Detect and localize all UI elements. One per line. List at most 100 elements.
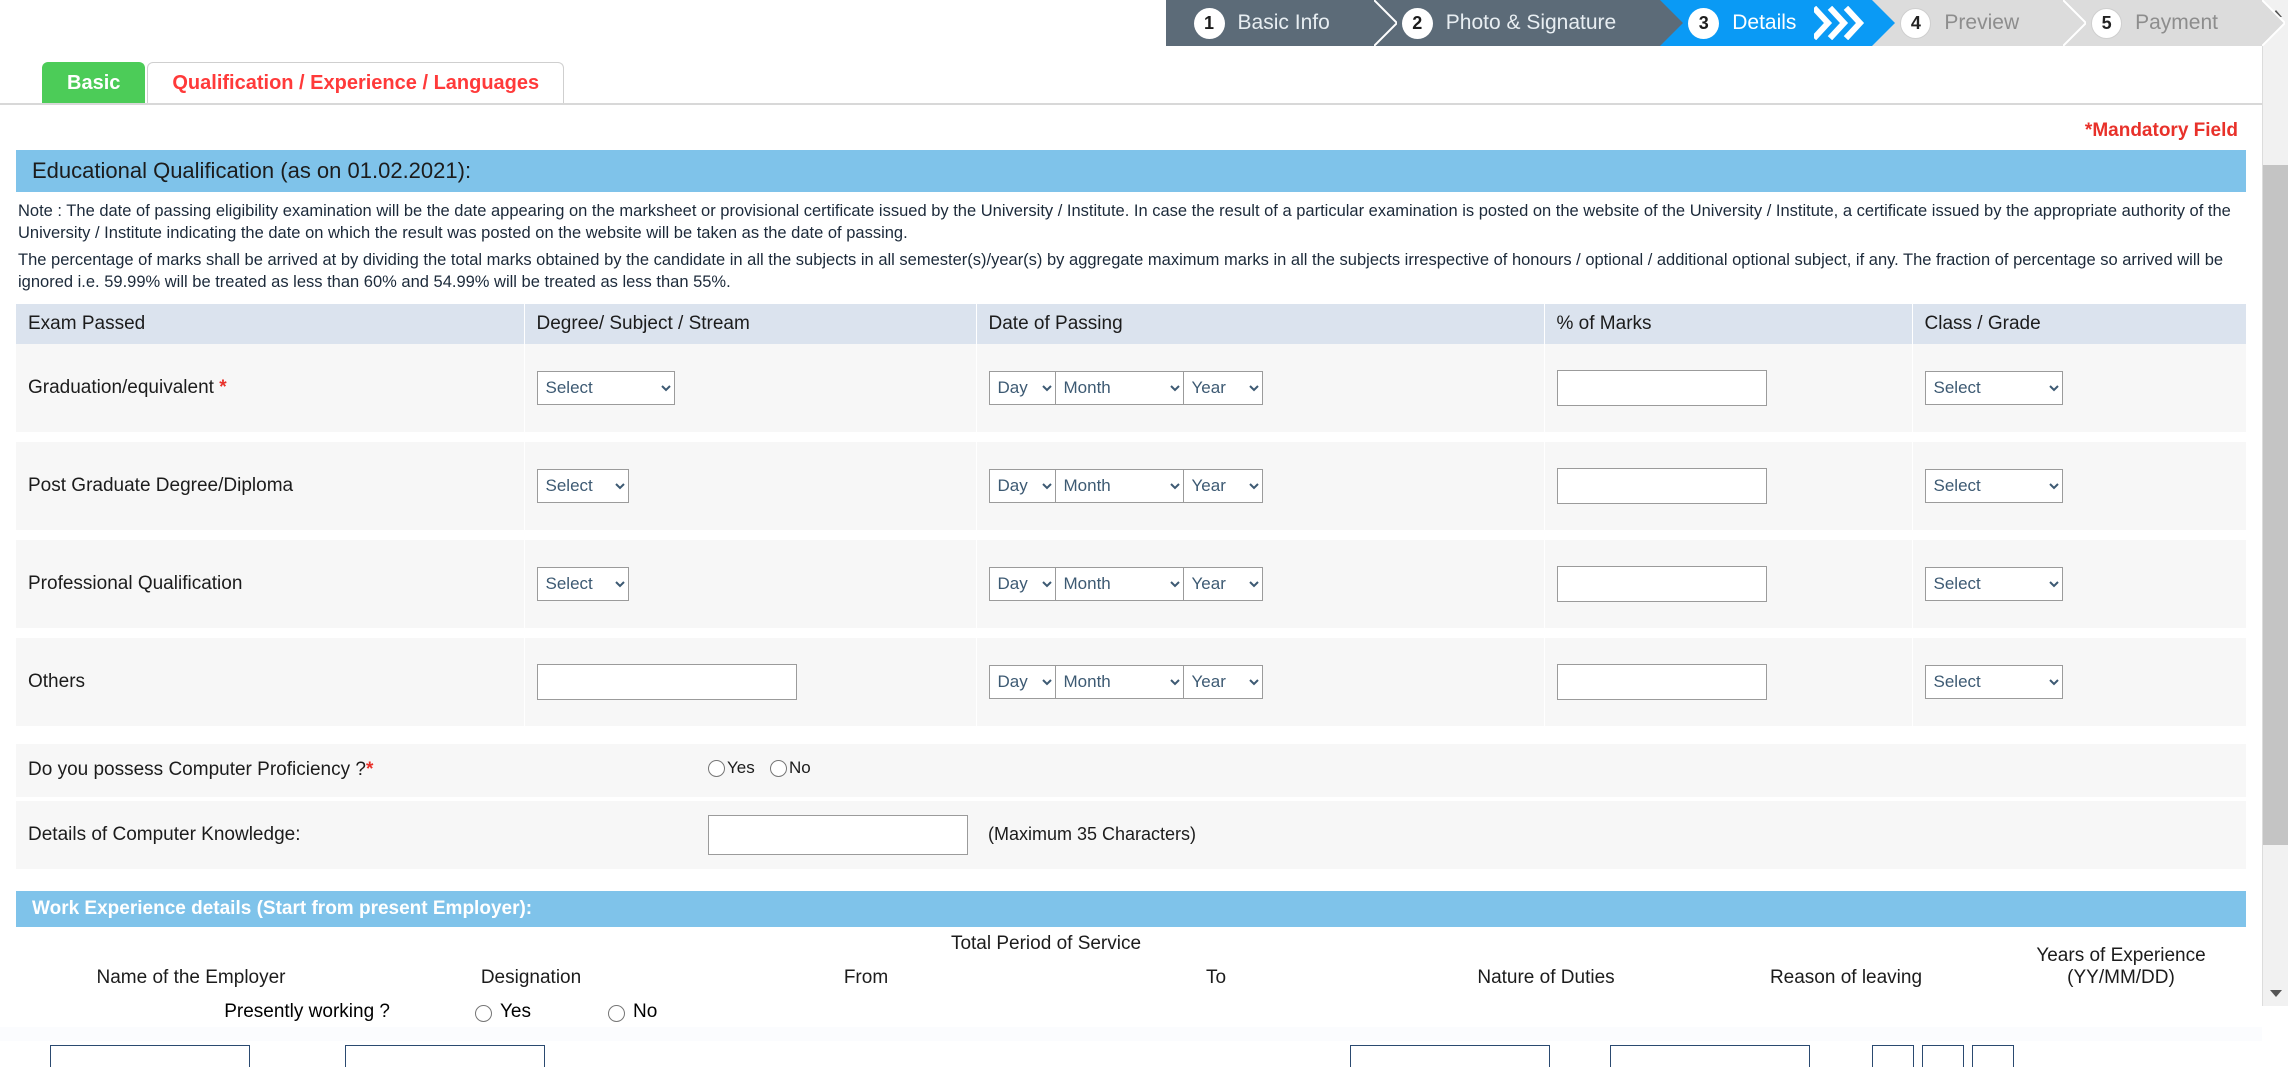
row-graduation-date-cell: Day Month Year xyxy=(976,343,1545,432)
others-date-group: Day Month Year xyxy=(988,664,1532,699)
row-professional-marks-cell xyxy=(1544,539,1913,628)
scroll-down-arrow-icon[interactable] xyxy=(2263,982,2288,1004)
others-marks-input[interactable] xyxy=(1556,663,1767,700)
wizard-step-5[interactable]: 5 Payment xyxy=(2063,0,2285,46)
row-professional-label-cell: Professional Qualification xyxy=(16,539,525,628)
work-row-separator xyxy=(0,1026,2262,1041)
professional-degree-select[interactable]: Select xyxy=(536,566,629,601)
post-graduate-marks-input[interactable] xyxy=(1556,467,1767,504)
post-graduate-grade-select[interactable]: Select xyxy=(1924,468,2063,503)
computer-proficiency-yes-radio[interactable] xyxy=(708,759,725,777)
nature-of-duties-input[interactable] xyxy=(1350,1044,1550,1067)
wizard-step-1[interactable]: 1 Basic Info xyxy=(1165,0,1397,46)
page-scrollbar[interactable] xyxy=(2262,0,2288,1006)
wizard-step-2-label: Photo & Signature xyxy=(1445,11,1617,34)
others-month-select[interactable]: Month xyxy=(1054,664,1183,699)
reason-of-leaving-input[interactable] xyxy=(1610,1044,1810,1067)
wizard-step-4[interactable]: 4 Preview xyxy=(1872,0,2087,46)
wizard-step-2-number: 2 xyxy=(1401,7,1433,39)
computer-knowledge-label: Details of Computer Knowledge: xyxy=(28,823,301,845)
row-others-grade-cell: Select xyxy=(1912,637,2247,726)
computer-proficiency-label: Do you possess Computer Proficiency ? xyxy=(28,759,366,781)
computer-proficiency-no-label: No xyxy=(789,757,811,777)
computer-knowledge-max-chars-hint: (Maximum 35 Characters) xyxy=(988,823,1197,844)
years-experience-yy-input[interactable] xyxy=(1872,1044,1914,1067)
row-spacer xyxy=(16,627,2246,638)
row-spacer xyxy=(16,529,2246,540)
graduation-month-select[interactable]: Month xyxy=(1054,370,1183,405)
others-grade-select[interactable]: Select xyxy=(1924,664,2063,699)
graduation-date-group: Day Month Year xyxy=(988,370,1532,405)
graduation-year-select[interactable]: Year xyxy=(1182,370,1263,405)
row-others-label-cell: Others xyxy=(16,637,525,726)
professional-month-select[interactable]: Month xyxy=(1054,566,1183,601)
row-post-graduate-label: Post Graduate Degree/Diploma xyxy=(28,474,294,496)
years-experience-dd-input[interactable] xyxy=(1972,1044,2014,1067)
work-experience-table: Name of the Employer Designation Total P… xyxy=(16,926,2246,995)
post-graduate-month-select[interactable]: Month xyxy=(1054,468,1183,503)
others-day-select[interactable]: Day xyxy=(988,664,1055,699)
presently-working-no-radio[interactable] xyxy=(608,1004,625,1022)
computer-proficiency-row: Do you possess Computer Proficiency ?* Y… xyxy=(16,743,2246,797)
col-nature-of-duties: Nature of Duties xyxy=(1396,926,1696,995)
col-class-grade: Class / Grade xyxy=(1912,303,2247,344)
col-name-of-employer: Name of the Employer xyxy=(16,926,366,995)
row-others-degree-cell xyxy=(524,637,977,726)
row-graduation-label-cell: Graduation/equivalent * xyxy=(16,343,525,432)
presently-working-yes-label: Yes xyxy=(500,1000,531,1022)
graduation-marks-input[interactable] xyxy=(1556,369,1767,406)
educational-qualification-table: Exam Passed Degree/ Subject / Stream Dat… xyxy=(16,303,2247,726)
designation-input[interactable] xyxy=(345,1044,545,1067)
presently-working-row: Presently working ? Yes No xyxy=(0,995,2262,1027)
presently-working-yes-option[interactable]: Yes xyxy=(470,1001,531,1023)
presently-working-no-label: No xyxy=(633,1000,658,1022)
computer-proficiency-no-radio[interactable] xyxy=(770,759,788,777)
post-graduate-date-group: Day Month Year xyxy=(988,468,1532,503)
post-graduate-year-select[interactable]: Year xyxy=(1182,468,1263,503)
col-years-of-experience-format: (YY/MM/DD) xyxy=(2067,966,2175,988)
presently-working-no-option[interactable]: No xyxy=(603,1001,657,1023)
professional-marks-input[interactable] xyxy=(1556,565,1767,602)
scrollbar-thumb[interactable] xyxy=(2263,165,2288,845)
col-from: From xyxy=(696,960,1036,995)
wizard-step-3-arrow-icon xyxy=(1872,0,1896,46)
professional-grade-select[interactable]: Select xyxy=(1924,566,2063,601)
col-to: To xyxy=(1036,960,1396,995)
post-graduate-degree-select[interactable]: Select xyxy=(536,468,629,503)
post-graduate-day-select[interactable]: Day xyxy=(988,468,1055,503)
row-post-graduate-degree-cell: Select xyxy=(524,441,977,530)
work-experience-section: Work Experience details (Start from pres… xyxy=(0,890,2262,1067)
computer-proficiency-yes-option[interactable]: Yes xyxy=(708,758,765,778)
professional-day-select[interactable]: Day xyxy=(988,566,1055,601)
row-graduation-label: Graduation/equivalent xyxy=(28,376,214,398)
wizard-step-1-label: Basic Info xyxy=(1237,11,1330,34)
computer-proficiency-yes-label: Yes xyxy=(727,757,755,777)
wizard-step-2[interactable]: 2 Photo & Signature xyxy=(1373,0,1684,46)
professional-year-select[interactable]: Year xyxy=(1182,566,1263,601)
graduation-grade-select[interactable]: Select xyxy=(1924,370,2063,405)
tab-underline-divider xyxy=(0,103,2262,105)
computer-knowledge-hint-cell: (Maximum 35 Characters) xyxy=(956,800,2246,869)
mandatory-field-note: *Mandatory Field xyxy=(2084,120,2238,141)
years-experience-mm-input[interactable] xyxy=(1922,1044,1964,1067)
graduation-day-select[interactable]: Day xyxy=(988,370,1055,405)
wizard-step-5-arrow-icon xyxy=(2262,0,2285,46)
computer-knowledge-input[interactable] xyxy=(708,814,968,855)
computer-proficiency-no-option[interactable]: No xyxy=(770,758,821,778)
col-date-of-passing: Date of Passing xyxy=(976,303,1545,344)
row-graduation-marks-cell xyxy=(1544,343,1913,432)
presently-working-yes-radio[interactable] xyxy=(475,1004,492,1022)
others-year-select[interactable]: Year xyxy=(1182,664,1263,699)
wizard-step-5-number: 5 xyxy=(2091,7,2123,39)
tab-qualification-experience-languages[interactable]: Qualification / Experience / Languages xyxy=(147,62,565,104)
wizard-step-3[interactable]: 3 Details xyxy=(1660,0,1896,46)
others-degree-input[interactable] xyxy=(536,663,797,700)
employer-name-input[interactable] xyxy=(50,1044,250,1067)
wizard-step-4-label: Preview xyxy=(1944,11,2020,34)
tab-basic[interactable]: Basic xyxy=(42,62,146,104)
row-post-graduate-date-cell: Day Month Year xyxy=(976,441,1545,530)
wizard-step-3-number: 3 xyxy=(1688,7,1720,39)
computer-proficiency-label-cell: Do you possess Computer Proficiency ?* xyxy=(16,743,696,797)
col-total-period-of-service: Total Period of Service xyxy=(696,926,1396,961)
graduation-degree-select[interactable]: Select xyxy=(536,370,675,405)
